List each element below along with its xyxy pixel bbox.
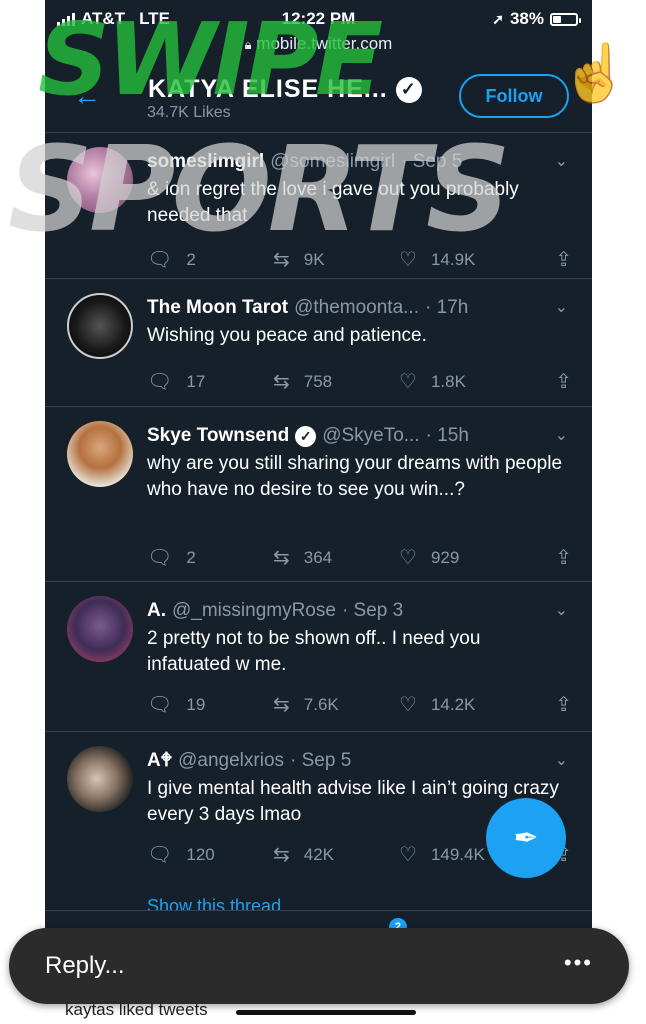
- reply-count: 17: [186, 371, 206, 391]
- retweet-button[interactable]: ⇆ 42K: [273, 842, 399, 867]
- reply-label[interactable]: Reply...: [45, 952, 125, 980]
- heart-icon: ♡: [399, 844, 417, 866]
- retweet-button[interactable]: ⇆ 758: [273, 369, 399, 394]
- like-button[interactable]: ♡ 929: [399, 545, 525, 570]
- tweet-text: why are you still sharing your dreams wi…: [147, 453, 563, 500]
- retweet-button[interactable]: ⇆ 7.6K: [273, 692, 399, 717]
- tweet[interactable]: The Moon Tarot @themoonta... · 17h ⌄ Wis…: [45, 279, 592, 407]
- tweet-time: · Sep 3: [341, 600, 404, 621]
- reply-bubble-icon: 🗨︎: [147, 547, 173, 569]
- heart-icon: ♡: [399, 371, 417, 393]
- tweet-header: The Moon Tarot @themoonta... · 17h: [147, 297, 534, 319]
- compose-tweet-button[interactable]: ✒: [486, 798, 566, 878]
- retweet-count: 364: [303, 547, 333, 567]
- author-name[interactable]: The Moon Tarot: [147, 297, 288, 319]
- reply-bubble-icon: 🗨︎: [147, 371, 173, 393]
- avatar[interactable]: [67, 746, 133, 812]
- retweet-button[interactable]: ⇆ 364: [273, 545, 399, 570]
- author-name[interactable]: Skye Townsend: [147, 425, 289, 447]
- follow-button[interactable]: Follow: [459, 74, 569, 118]
- reply-bubble-icon: 🗨︎: [147, 844, 173, 866]
- reply-bar[interactable]: Reply... •••: [9, 928, 629, 1004]
- share-icon: ⇪: [555, 694, 572, 716]
- home-indicator[interactable]: [236, 1010, 416, 1015]
- pointing-hand-icon: ☝: [560, 41, 630, 104]
- author-handle: @_missingmyRose: [172, 600, 336, 621]
- reply-button[interactable]: 🗨︎ 2: [147, 545, 273, 570]
- tweet-header: Skye Townsend ✓ @SkyeTo... · 15h: [147, 425, 534, 447]
- tweet-text: Wishing you peace and patience.: [147, 325, 427, 346]
- avatar[interactable]: [67, 596, 133, 662]
- tweet-time: · 17h: [425, 297, 469, 318]
- chevron-down-icon[interactable]: ⌄: [555, 750, 568, 770]
- chevron-down-icon[interactable]: ⌄: [555, 600, 568, 620]
- share-icon: ⇪: [555, 547, 572, 569]
- tweet-actions: 🗨︎ 19 ⇆ 7.6K ♡ 14.2K ⇪: [147, 692, 572, 717]
- reply-button[interactable]: 🗨︎ 19: [147, 692, 273, 717]
- share-button[interactable]: ⇪: [555, 692, 572, 717]
- reply-button[interactable]: 🗨︎ 17: [147, 369, 273, 394]
- chevron-down-icon[interactable]: ⌄: [555, 297, 568, 317]
- share-button[interactable]: ⇪: [555, 247, 572, 272]
- reply-bubble-icon: 🗨︎: [147, 694, 173, 716]
- like-button[interactable]: ♡ 14.2K: [399, 692, 525, 717]
- share-icon: ⇪: [555, 371, 572, 393]
- tweet[interactable]: Skye Townsend ✓ @SkyeTo... · 15h ⌄ why a…: [45, 407, 592, 582]
- like-button[interactable]: ♡ 1.8K: [399, 369, 525, 394]
- more-icon[interactable]: •••: [564, 950, 593, 976]
- compose-feather-icon: ✒: [513, 820, 539, 856]
- author-handle: @angelxrios: [178, 750, 285, 771]
- tweet-actions: 🗨︎ 2 ⇆ 364 ♡ 929 ⇪: [147, 545, 572, 570]
- chevron-down-icon[interactable]: ⌄: [555, 425, 568, 445]
- tweet-time: · 15h: [425, 425, 469, 446]
- reply-count: 2: [186, 547, 196, 567]
- retweet-count: 42K: [303, 844, 335, 864]
- share-icon: ⇪: [555, 249, 572, 271]
- share-button[interactable]: ⇪: [555, 369, 572, 394]
- author-handle: @themoonta...: [294, 297, 419, 318]
- author-handle: @SkyeTo...: [322, 425, 420, 446]
- avatar[interactable]: [67, 421, 133, 487]
- retweet-icon: ⇆: [273, 844, 290, 866]
- tweet-text: 2 pretty not to be shown off.. I need yo…: [147, 628, 481, 675]
- heart-icon: ♡: [399, 547, 417, 569]
- location-arrow-icon: ➚: [492, 10, 504, 27]
- battery-percent: 38%: [509, 9, 544, 28]
- like-count: 1.8K: [430, 371, 466, 391]
- author-name[interactable]: A🕈: [147, 750, 172, 772]
- verified-badge-icon: ✓: [395, 76, 422, 103]
- reply-count: 120: [186, 844, 215, 864]
- reply-count: 19: [186, 694, 206, 714]
- like-count: 149.4K: [430, 844, 485, 864]
- tweet-header: A. @_missingmyRose · Sep 3: [147, 600, 534, 622]
- share-button[interactable]: ⇪: [555, 545, 572, 570]
- like-count: 14.2K: [430, 694, 476, 714]
- author-name[interactable]: A.: [147, 600, 166, 622]
- chevron-down-icon[interactable]: ⌄: [555, 151, 568, 171]
- reply-button[interactable]: 🗨︎ 120: [147, 842, 273, 867]
- retweet-icon: ⇆: [273, 547, 290, 569]
- retweet-icon: ⇆: [273, 371, 290, 393]
- tweet[interactable]: A. @_missingmyRose · Sep 3 ⌄ 2 pretty no…: [45, 582, 592, 732]
- tweet-header: A🕈 @angelxrios · Sep 5: [147, 750, 534, 772]
- battery-icon: [550, 12, 581, 26]
- verified-badge-icon: ✓: [295, 425, 317, 447]
- avatar[interactable]: [67, 293, 133, 359]
- tweet-actions: 🗨︎ 17 ⇆ 758 ♡ 1.8K ⇪: [147, 369, 572, 394]
- retweet-count: 758: [303, 371, 333, 391]
- heart-icon: ♡: [399, 694, 417, 716]
- retweet-icon: ⇆: [273, 694, 290, 716]
- like-count: 929: [430, 547, 460, 567]
- watermark-sports: SPORTS: [8, 120, 511, 258]
- watermark-swipe: SWIPE: [38, 1, 383, 118]
- tweet-time: · Sep 5: [290, 750, 352, 771]
- retweet-count: 7.6K: [303, 694, 339, 714]
